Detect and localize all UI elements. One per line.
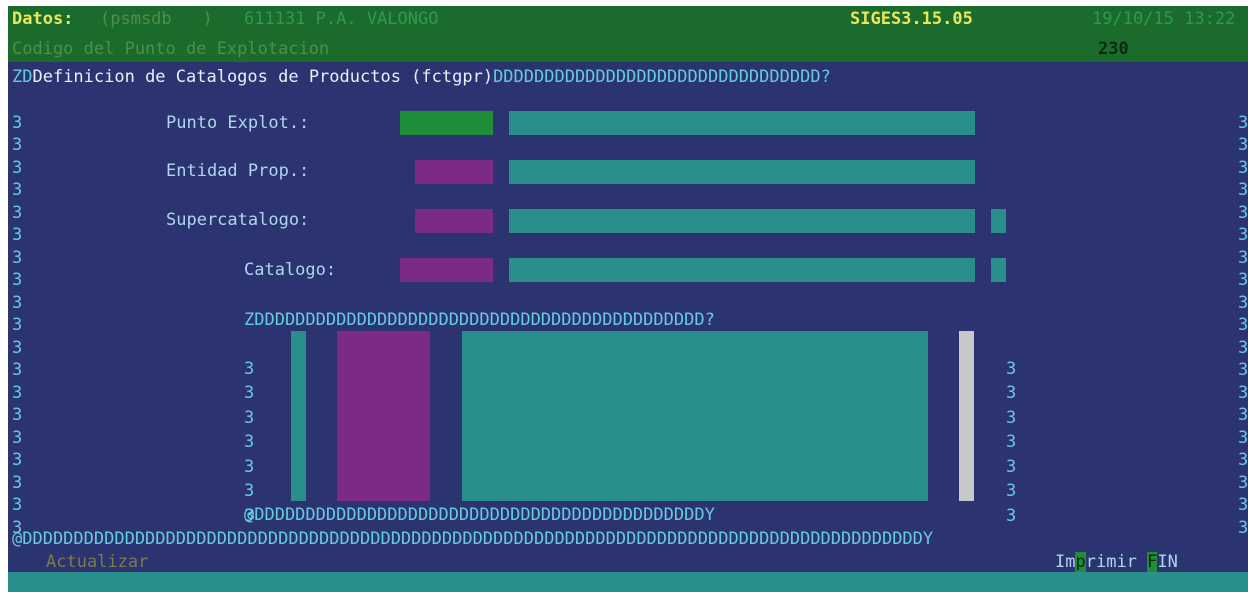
punto-explot-desc-field[interactable] [509, 111, 975, 135]
fin-action[interactable]: FIN [1147, 552, 1178, 572]
left-border: 3 3 3 3 3 3 3 3 3 3 3 3 3 3 3 3 3 3 3 [12, 112, 23, 538]
title-prefix: ZD [12, 67, 33, 87]
entidad-prop-code-field[interactable] [415, 160, 493, 184]
list-top-border: ZDDDDDDDDDDDDDDDDDDDDDDDDDDDDDDDDDDDDDDD… [244, 310, 715, 330]
list-description-column[interactable] [462, 331, 928, 501]
datetime-label: 19/10/15 13:22 [1092, 9, 1236, 29]
site-name: 611131 P.A. VALONGO [244, 9, 439, 29]
punto-explot-code-field[interactable] [400, 111, 493, 135]
imprimir-action[interactable]: Imprimir [1055, 552, 1137, 572]
terminal-screen: Datos: (psmsdb ) 611131 P.A. VALONGO SIG… [0, 0, 1248, 592]
catalogo-code-field[interactable] [400, 258, 493, 282]
version-label: SIGES3.15.05 [850, 9, 973, 29]
imprimir-hotkey: p [1075, 552, 1086, 572]
title-border: DDDDDDDDDDDDDDDDDDDDDDDDDDDDDDDD? [493, 67, 831, 87]
actualizar-action[interactable]: Actualizar [46, 551, 148, 573]
list-scrollbar[interactable] [959, 331, 974, 501]
entidad-prop-desc-field[interactable] [509, 160, 975, 184]
punto-value: 230 [1098, 39, 1129, 59]
status-bar [8, 572, 1248, 592]
list-left-border: 3 3 3 3 3 3 3 [244, 358, 255, 526]
catalogo-label: Catalogo: [244, 260, 337, 280]
supercatalogo-desc-field[interactable] [509, 209, 975, 233]
supercatalogo-code-field[interactable] [415, 209, 493, 233]
supercatalogo-flag-field[interactable] [991, 209, 1006, 233]
fin-hotkey: F [1147, 552, 1158, 572]
supercatalogo-label: Supercatalogo: [166, 210, 310, 230]
datos-label: Datos: [12, 9, 74, 29]
catalogo-flag-field[interactable] [991, 258, 1006, 282]
entidad-prop-label: Entidad Prop.: [166, 161, 310, 181]
list-right-border: 3 3 3 3 3 3 3 [1006, 358, 1017, 526]
field-hint: Codigo del Punto de Explotacion [12, 39, 330, 59]
list-code-column[interactable] [337, 331, 430, 501]
screen-title: Definicion de Catalogos de Productos (fc… [32, 67, 494, 87]
screen-bottom-border: @DDDDDDDDDDDDDDDDDDDDDDDDDDDDDDDDDDDDDDD… [12, 529, 934, 549]
imprimir-fin-actions: Imprimir FIN [1055, 551, 1178, 573]
catalogo-desc-field[interactable] [509, 258, 975, 282]
right-border: 3 3 3 3 3 3 3 3 3 3 3 3 3 3 3 3 3 3 3 [1238, 112, 1248, 538]
punto-explot-label: Punto Explot.: [166, 113, 310, 133]
list-select-column[interactable] [291, 331, 306, 501]
database-name: (psmsdb ) [100, 9, 213, 29]
list-bottom-border: @DDDDDDDDDDDDDDDDDDDDDDDDDDDDDDDDDDDDDDD… [244, 505, 715, 525]
screen-title-line: ZDDefinicion de Catalogos de Productos (… [12, 66, 831, 88]
